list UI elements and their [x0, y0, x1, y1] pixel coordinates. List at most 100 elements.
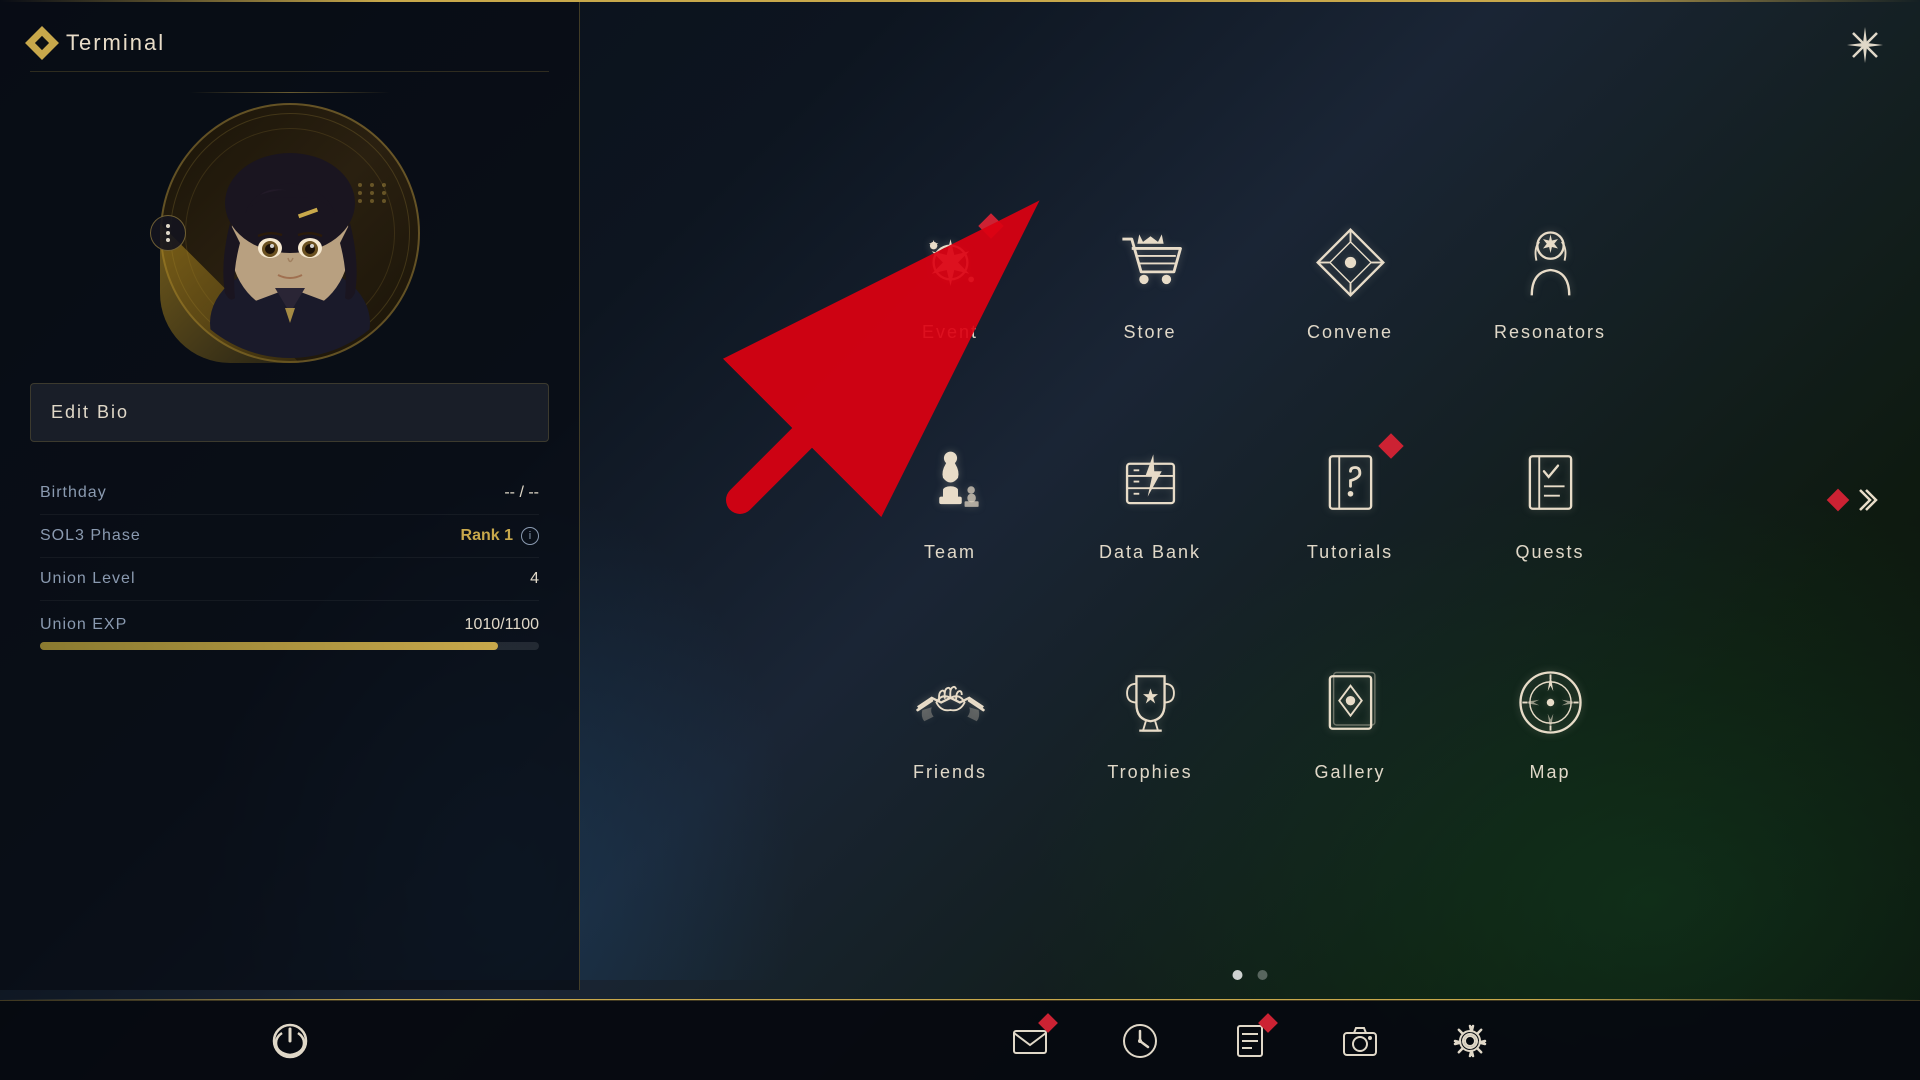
sol3-row: SOL3 Phase Rank 1 i — [40, 515, 539, 558]
sol3-value: Rank 1 — [461, 527, 513, 545]
menu-item-convene[interactable]: Convene — [1250, 170, 1450, 390]
menu-item-quests[interactable]: Quests — [1450, 390, 1650, 610]
settings-icon — [1450, 1021, 1490, 1061]
bottom-bar — [0, 1000, 1920, 1080]
bottom-camera-button[interactable] — [1335, 1016, 1385, 1066]
convene-label: Convene — [1307, 322, 1393, 343]
team-icon — [913, 445, 988, 520]
page-dot-1[interactable] — [1233, 970, 1243, 980]
avatar-menu-button[interactable] — [150, 215, 186, 251]
menu-item-databank[interactable]: Data Bank — [1050, 390, 1250, 610]
convene-icon — [1313, 225, 1388, 300]
avatar-top-line — [190, 92, 390, 93]
close-icon — [1845, 25, 1885, 65]
chevron-right-icon — [1850, 485, 1880, 515]
bottom-settings-button[interactable] — [1445, 1016, 1495, 1066]
trophies-icon — [1113, 665, 1188, 740]
databank-label: Data Bank — [1099, 542, 1201, 563]
friends-icon-container — [905, 657, 995, 747]
gallery-icon — [1313, 665, 1388, 740]
rank-info: Rank 1 i — [461, 527, 539, 545]
more-notif-badge — [1827, 489, 1850, 512]
menu-item-event[interactable]: Event — [850, 170, 1050, 390]
trophies-icon-container — [1105, 657, 1195, 747]
bottom-left — [0, 1016, 580, 1066]
page-dots — [1233, 970, 1268, 980]
menu-item-map[interactable]: Map — [1450, 610, 1650, 830]
menu-item-trophies[interactable]: Trophies — [1050, 610, 1250, 830]
avatar-character — [160, 103, 420, 363]
union-exp-label: Union EXP — [40, 616, 127, 634]
avatar-container — [160, 103, 420, 363]
exp-bar-bg — [40, 642, 539, 650]
tutorials-label: Tutorials — [1307, 542, 1393, 563]
team-icon-container — [905, 437, 995, 527]
tutorials-icon-container — [1305, 437, 1395, 527]
bottom-notes-button[interactable] — [1225, 1016, 1275, 1066]
terminal-header: Terminal — [30, 20, 549, 72]
union-level-value: 4 — [530, 570, 539, 588]
event-icon-container — [905, 217, 995, 307]
menu-grid: Event Store — [810, 130, 1690, 870]
union-level-label: Union Level — [40, 570, 136, 588]
birthday-row: Birthday -- / -- — [40, 472, 539, 515]
power-icon — [270, 1021, 310, 1061]
resonators-label: Resonators — [1494, 322, 1606, 343]
databank-icon-container — [1105, 437, 1195, 527]
quests-label: Quests — [1515, 542, 1584, 563]
terminal-diamond-icon — [25, 26, 59, 60]
convene-icon-container — [1305, 217, 1395, 307]
top-border — [0, 0, 1920, 2]
bottom-right — [580, 1016, 1920, 1066]
exp-header: Union EXP 1010/1100 — [40, 616, 539, 634]
gallery-label: Gallery — [1314, 762, 1385, 783]
menu-item-friends[interactable]: Friends — [850, 610, 1050, 830]
bottom-clock-button[interactable] — [1115, 1016, 1165, 1066]
menu-item-tutorials[interactable]: Tutorials — [1250, 390, 1450, 610]
store-icon — [1113, 225, 1188, 300]
menu-item-resonators[interactable]: Resonators — [1450, 170, 1650, 390]
store-label: Store — [1123, 322, 1176, 343]
main-content: Event Store — [580, 0, 1920, 1000]
map-label: Map — [1529, 762, 1570, 783]
friends-icon — [913, 665, 988, 740]
event-icon — [913, 225, 988, 300]
bottom-mail-button[interactable] — [1005, 1016, 1055, 1066]
friends-label: Friends — [913, 762, 987, 783]
exp-bar-fill — [40, 642, 498, 650]
union-level-row: Union Level 4 — [40, 558, 539, 601]
left-panel: Terminal — [0, 0, 580, 990]
menu-item-gallery[interactable]: Gallery — [1250, 610, 1450, 830]
birthday-value: -- / -- — [504, 484, 539, 502]
gallery-icon-container — [1305, 657, 1395, 747]
menu-item-store[interactable]: Store — [1050, 170, 1250, 390]
quests-icon-container — [1505, 437, 1595, 527]
power-button[interactable] — [265, 1016, 315, 1066]
map-icon — [1513, 665, 1588, 740]
event-label: Event — [922, 322, 978, 343]
info-icon[interactable]: i — [521, 527, 539, 545]
terminal-title: Terminal — [66, 30, 165, 56]
edit-bio-button[interactable]: Edit Bio — [30, 383, 549, 442]
quests-icon — [1513, 445, 1588, 520]
resonators-icon — [1513, 225, 1588, 300]
sol3-label: SOL3 Phase — [40, 527, 141, 545]
character-illustration — [160, 103, 420, 363]
trophies-label: Trophies — [1107, 762, 1192, 783]
birthday-label: Birthday — [40, 484, 107, 502]
team-label: Team — [924, 542, 976, 563]
page-dot-2[interactable] — [1258, 970, 1268, 980]
three-dots-icon — [166, 224, 170, 242]
close-button[interactable] — [1840, 20, 1890, 70]
camera-icon — [1340, 1021, 1380, 1061]
clock-icon — [1120, 1021, 1160, 1061]
tutorials-icon — [1313, 445, 1388, 520]
map-icon-container — [1505, 657, 1595, 747]
menu-item-team[interactable]: Team — [850, 390, 1050, 610]
stats-section: Birthday -- / -- SOL3 Phase Rank 1 i Uni… — [30, 472, 549, 660]
union-exp-value: 1010/1100 — [465, 616, 539, 634]
store-icon-container — [1105, 217, 1195, 307]
resonators-icon-container — [1505, 217, 1595, 307]
more-arrow[interactable] — [1830, 485, 1880, 515]
union-exp-row: Union EXP 1010/1100 — [40, 601, 539, 660]
